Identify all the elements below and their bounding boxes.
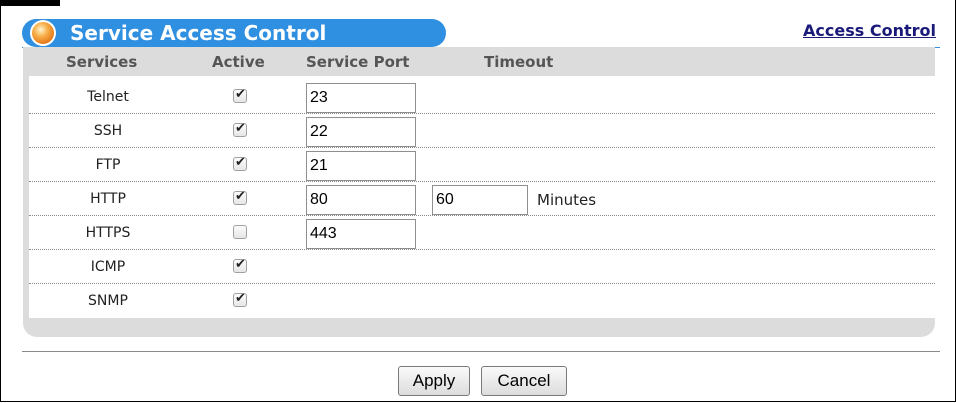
active-checkbox[interactable] — [233, 225, 247, 239]
table-row: ICMP ✔ — [29, 250, 935, 284]
table-row: Telnet ✔ 23 — [29, 80, 935, 114]
timeout-unit-label: Minutes — [537, 191, 597, 209]
section-title: Service Access Control — [70, 21, 327, 45]
table-row: HTTP ✔ 80 60 Minutes — [29, 182, 935, 216]
service-name: ICMP — [90, 259, 126, 275]
service-port-input[interactable]: 22 — [306, 117, 416, 147]
column-header-active: Active — [212, 53, 265, 71]
table-row: FTP ✔ 21 — [29, 148, 935, 182]
active-checkbox[interactable]: ✔ — [233, 87, 247, 103]
checkmark-icon: ✔ — [235, 87, 246, 102]
service-name: SNMP — [88, 293, 128, 309]
service-name: HTTP — [90, 191, 126, 207]
service-port-input[interactable]: 443 — [306, 219, 416, 249]
footer-divider — [22, 351, 940, 352]
checkmark-icon: ✔ — [235, 189, 246, 204]
active-checkbox[interactable]: ✔ — [233, 121, 247, 137]
service-port-input[interactable]: 80 — [306, 185, 416, 215]
active-checkbox[interactable]: ✔ — [233, 189, 247, 205]
service-port-input[interactable]: 21 — [306, 151, 416, 181]
top-strip — [0, 0, 60, 6]
checkmark-icon: ✔ — [235, 155, 246, 170]
active-checkbox[interactable]: ✔ — [233, 257, 247, 273]
service-name: SSH — [93, 123, 123, 139]
table-row: SSH ✔ 22 — [29, 114, 935, 148]
service-name: Telnet — [87, 89, 129, 105]
column-header-services: Services — [66, 53, 138, 71]
checkmark-icon: ✔ — [235, 291, 246, 306]
orb-icon — [30, 20, 56, 46]
table-row: SNMP ✔ — [29, 284, 935, 318]
active-checkbox[interactable]: ✔ — [233, 155, 247, 171]
apply-button[interactable]: Apply — [398, 366, 470, 396]
table-row: HTTPS 443 — [29, 216, 935, 250]
service-port-input[interactable]: 23 — [306, 83, 416, 113]
service-name: FTP — [95, 157, 121, 173]
service-name: HTTPS — [85, 225, 131, 241]
timeout-input[interactable]: 60 — [432, 185, 528, 215]
column-header-service-port: Service Port — [306, 53, 410, 71]
active-checkbox[interactable]: ✔ — [233, 291, 247, 307]
access-control-link[interactable]: Access Control — [803, 19, 936, 43]
checkmark-icon: ✔ — [235, 121, 246, 136]
column-header-timeout: Timeout — [484, 53, 554, 71]
checkmark-icon: ✔ — [235, 257, 246, 272]
cancel-button[interactable]: Cancel — [481, 366, 567, 396]
section-title-bar: Service Access Control — [22, 19, 446, 47]
